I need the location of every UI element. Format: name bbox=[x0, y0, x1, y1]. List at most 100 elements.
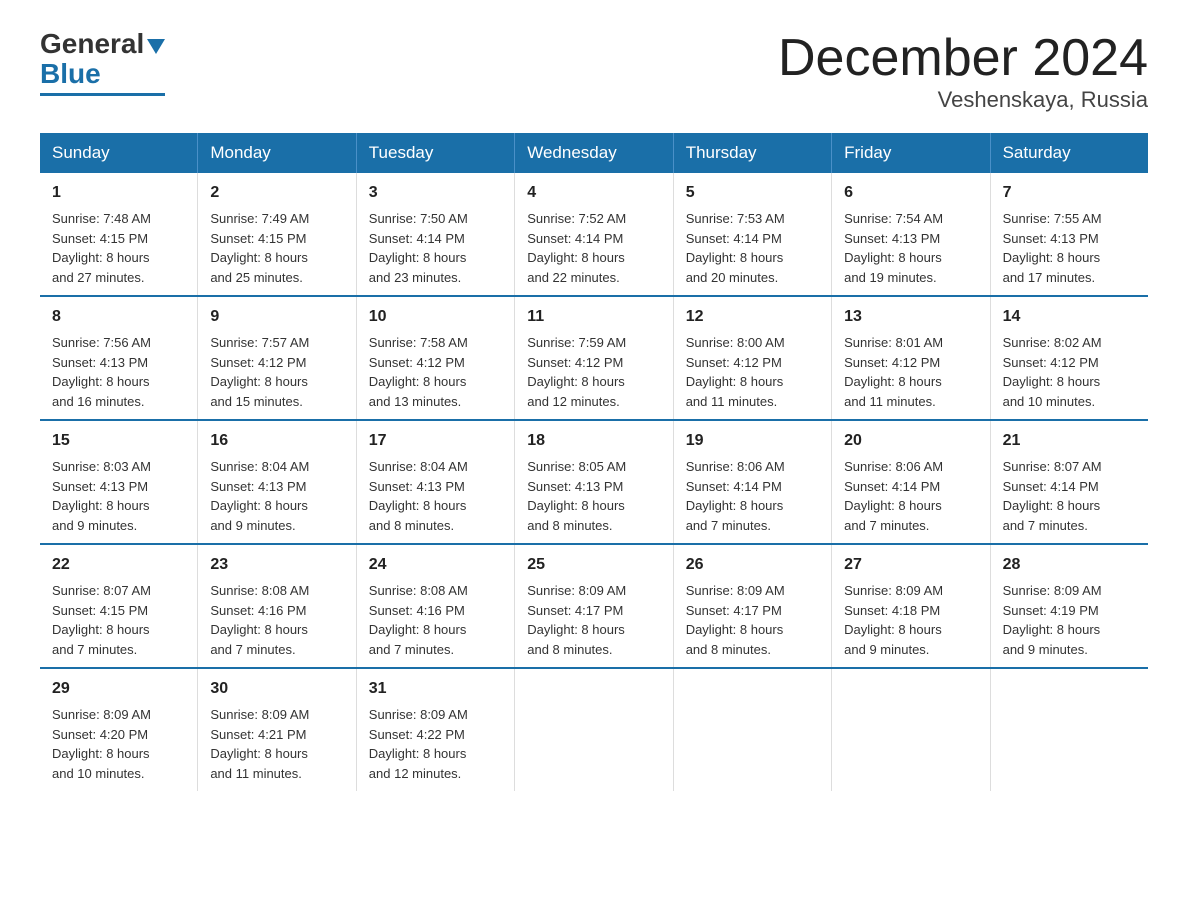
weekday-header-tuesday: Tuesday bbox=[356, 133, 514, 173]
calendar-title: December 2024 bbox=[778, 30, 1148, 87]
day-info: Sunrise: 8:06 AMSunset: 4:14 PMDaylight:… bbox=[844, 457, 977, 535]
day-number: 21 bbox=[1003, 429, 1136, 453]
calendar-cell: 5 Sunrise: 7:53 AMSunset: 4:14 PMDaylight… bbox=[673, 173, 831, 296]
day-info: Sunrise: 7:57 AMSunset: 4:12 PMDaylight:… bbox=[210, 333, 343, 411]
day-info: Sunrise: 7:54 AMSunset: 4:13 PMDaylight:… bbox=[844, 209, 977, 287]
calendar-cell bbox=[673, 668, 831, 791]
day-info: Sunrise: 7:48 AMSunset: 4:15 PMDaylight:… bbox=[52, 209, 185, 287]
day-number: 23 bbox=[210, 553, 343, 577]
day-number: 4 bbox=[527, 181, 660, 205]
day-number: 20 bbox=[844, 429, 977, 453]
day-number: 22 bbox=[52, 553, 185, 577]
day-number: 6 bbox=[844, 181, 977, 205]
calendar-cell: 28Sunrise: 8:09 AMSunset: 4:19 PMDayligh… bbox=[990, 544, 1148, 668]
calendar-week-row: 29 Sunrise: 8:09 AMSunset: 4:20 PMDayligh… bbox=[40, 668, 1148, 791]
page-header: General Blue December 2024 Veshenskaya, … bbox=[40, 30, 1148, 113]
day-info: Sunrise: 7:56 AMSunset: 4:13 PMDaylight:… bbox=[52, 333, 185, 411]
calendar-week-row: 22Sunrise: 8:07 AMSunset: 4:15 PMDayligh… bbox=[40, 544, 1148, 668]
calendar-cell: 27 Sunrise: 8:09 AMSunset: 4:18 PMDayligh… bbox=[832, 544, 990, 668]
logo: General Blue bbox=[40, 30, 165, 96]
day-info: Sunrise: 7:58 AMSunset: 4:12 PMDaylight:… bbox=[369, 333, 502, 411]
calendar-cell: 29 Sunrise: 8:09 AMSunset: 4:20 PMDayligh… bbox=[40, 668, 198, 791]
logo-triangle-icon bbox=[147, 39, 165, 54]
calendar-week-row: 1 Sunrise: 7:48 AMSunset: 4:15 PMDaylight… bbox=[40, 173, 1148, 296]
day-number: 2 bbox=[210, 181, 343, 205]
calendar-cell: 7 Sunrise: 7:55 AMSunset: 4:13 PMDaylight… bbox=[990, 173, 1148, 296]
calendar-cell: 26Sunrise: 8:09 AMSunset: 4:17 PMDayligh… bbox=[673, 544, 831, 668]
day-number: 17 bbox=[369, 429, 502, 453]
calendar-header-row: SundayMondayTuesdayWednesdayThursdayFrid… bbox=[40, 133, 1148, 173]
calendar-subtitle: Veshenskaya, Russia bbox=[778, 87, 1148, 113]
calendar-cell: 12 Sunrise: 8:00 AMSunset: 4:12 PMDayligh… bbox=[673, 296, 831, 420]
calendar-cell: 25Sunrise: 8:09 AMSunset: 4:17 PMDayligh… bbox=[515, 544, 673, 668]
weekday-header-friday: Friday bbox=[832, 133, 990, 173]
day-number: 5 bbox=[686, 181, 819, 205]
day-info: Sunrise: 7:50 AMSunset: 4:14 PMDaylight:… bbox=[369, 209, 502, 287]
calendar-cell: 18 Sunrise: 8:05 AMSunset: 4:13 PMDayligh… bbox=[515, 420, 673, 544]
day-number: 16 bbox=[210, 429, 343, 453]
day-info: Sunrise: 7:53 AMSunset: 4:14 PMDaylight:… bbox=[686, 209, 819, 287]
day-number: 29 bbox=[52, 677, 185, 701]
calendar-cell bbox=[990, 668, 1148, 791]
calendar-cell: 17 Sunrise: 8:04 AMSunset: 4:13 PMDayligh… bbox=[356, 420, 514, 544]
weekday-header-thursday: Thursday bbox=[673, 133, 831, 173]
day-info: Sunrise: 8:09 AMSunset: 4:17 PMDaylight:… bbox=[686, 581, 819, 659]
day-info: Sunrise: 8:09 AMSunset: 4:20 PMDaylight:… bbox=[52, 705, 185, 783]
day-number: 12 bbox=[686, 305, 819, 329]
calendar-cell: 14Sunrise: 8:02 AMSunset: 4:12 PMDayligh… bbox=[990, 296, 1148, 420]
calendar-cell: 15Sunrise: 8:03 AMSunset: 4:13 PMDayligh… bbox=[40, 420, 198, 544]
day-number: 24 bbox=[369, 553, 502, 577]
day-number: 30 bbox=[210, 677, 343, 701]
day-info: Sunrise: 8:04 AMSunset: 4:13 PMDaylight:… bbox=[369, 457, 502, 535]
day-info: Sunrise: 8:07 AMSunset: 4:14 PMDaylight:… bbox=[1003, 457, 1136, 535]
calendar-cell: 31 Sunrise: 8:09 AMSunset: 4:22 PMDayligh… bbox=[356, 668, 514, 791]
day-number: 11 bbox=[527, 305, 660, 329]
day-number: 14 bbox=[1003, 305, 1136, 329]
day-info: Sunrise: 8:00 AMSunset: 4:12 PMDaylight:… bbox=[686, 333, 819, 411]
logo-underline bbox=[40, 93, 165, 96]
calendar-cell: 6 Sunrise: 7:54 AMSunset: 4:13 PMDaylight… bbox=[832, 173, 990, 296]
logo-blue: Blue bbox=[40, 58, 101, 90]
calendar-cell: 16Sunrise: 8:04 AMSunset: 4:13 PMDayligh… bbox=[198, 420, 356, 544]
day-info: Sunrise: 8:08 AMSunset: 4:16 PMDaylight:… bbox=[369, 581, 502, 659]
day-number: 3 bbox=[369, 181, 502, 205]
calendar-week-row: 15Sunrise: 8:03 AMSunset: 4:13 PMDayligh… bbox=[40, 420, 1148, 544]
day-info: Sunrise: 7:59 AMSunset: 4:12 PMDaylight:… bbox=[527, 333, 660, 411]
calendar-cell: 24 Sunrise: 8:08 AMSunset: 4:16 PMDayligh… bbox=[356, 544, 514, 668]
day-number: 7 bbox=[1003, 181, 1136, 205]
day-info: Sunrise: 8:06 AMSunset: 4:14 PMDaylight:… bbox=[686, 457, 819, 535]
logo-general: General bbox=[40, 30, 144, 58]
calendar-cell: 4Sunrise: 7:52 AMSunset: 4:14 PMDaylight… bbox=[515, 173, 673, 296]
calendar-cell: 1 Sunrise: 7:48 AMSunset: 4:15 PMDaylight… bbox=[40, 173, 198, 296]
calendar-cell: 22Sunrise: 8:07 AMSunset: 4:15 PMDayligh… bbox=[40, 544, 198, 668]
calendar-week-row: 8Sunrise: 7:56 AMSunset: 4:13 PMDaylight… bbox=[40, 296, 1148, 420]
day-info: Sunrise: 7:55 AMSunset: 4:13 PMDaylight:… bbox=[1003, 209, 1136, 287]
calendar-cell: 11 Sunrise: 7:59 AMSunset: 4:12 PMDayligh… bbox=[515, 296, 673, 420]
day-number: 10 bbox=[369, 305, 502, 329]
calendar-cell: 10 Sunrise: 7:58 AMSunset: 4:12 PMDayligh… bbox=[356, 296, 514, 420]
calendar-cell: 8Sunrise: 7:56 AMSunset: 4:13 PMDaylight… bbox=[40, 296, 198, 420]
day-info: Sunrise: 8:01 AMSunset: 4:12 PMDaylight:… bbox=[844, 333, 977, 411]
title-block: December 2024 Veshenskaya, Russia bbox=[778, 30, 1148, 113]
day-number: 27 bbox=[844, 553, 977, 577]
day-info: Sunrise: 8:09 AMSunset: 4:22 PMDaylight:… bbox=[369, 705, 502, 783]
day-info: Sunrise: 8:09 AMSunset: 4:17 PMDaylight:… bbox=[527, 581, 660, 659]
calendar-cell: 19Sunrise: 8:06 AMSunset: 4:14 PMDayligh… bbox=[673, 420, 831, 544]
weekday-header-wednesday: Wednesday bbox=[515, 133, 673, 173]
day-number: 9 bbox=[210, 305, 343, 329]
day-info: Sunrise: 7:49 AMSunset: 4:15 PMDaylight:… bbox=[210, 209, 343, 287]
day-info: Sunrise: 8:09 AMSunset: 4:18 PMDaylight:… bbox=[844, 581, 977, 659]
calendar-cell: 2 Sunrise: 7:49 AMSunset: 4:15 PMDaylight… bbox=[198, 173, 356, 296]
day-info: Sunrise: 8:08 AMSunset: 4:16 PMDaylight:… bbox=[210, 581, 343, 659]
weekday-header-sunday: Sunday bbox=[40, 133, 198, 173]
calendar-cell: 20 Sunrise: 8:06 AMSunset: 4:14 PMDayligh… bbox=[832, 420, 990, 544]
calendar-table: SundayMondayTuesdayWednesdayThursdayFrid… bbox=[40, 133, 1148, 791]
day-number: 18 bbox=[527, 429, 660, 453]
calendar-cell bbox=[515, 668, 673, 791]
calendar-cell: 3 Sunrise: 7:50 AMSunset: 4:14 PMDaylight… bbox=[356, 173, 514, 296]
calendar-cell: 9 Sunrise: 7:57 AMSunset: 4:12 PMDaylight… bbox=[198, 296, 356, 420]
day-number: 1 bbox=[52, 181, 185, 205]
day-info: Sunrise: 8:05 AMSunset: 4:13 PMDaylight:… bbox=[527, 457, 660, 535]
weekday-header-saturday: Saturday bbox=[990, 133, 1148, 173]
day-number: 31 bbox=[369, 677, 502, 701]
